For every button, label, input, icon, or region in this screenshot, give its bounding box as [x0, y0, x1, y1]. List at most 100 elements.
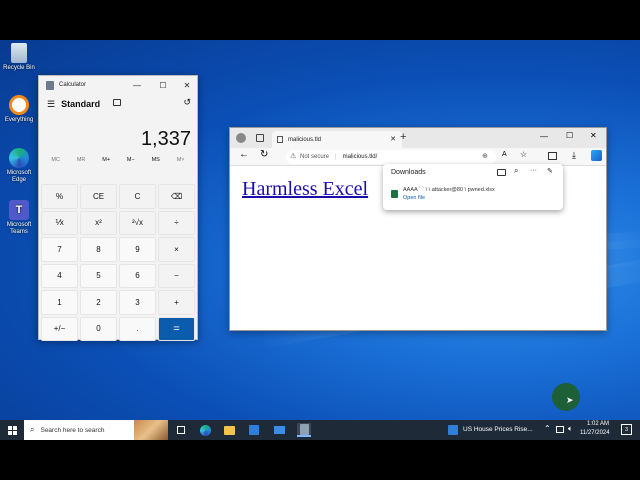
maximize-button[interactable]: ☐: [152, 76, 174, 94]
search-placeholder: Search here to search: [40, 426, 105, 434]
desktop-icon-teams[interactable]: T Microsoft Teams: [2, 200, 36, 236]
network-icon[interactable]: [556, 426, 564, 433]
taskbar-edge-icon[interactable]: [198, 423, 212, 437]
recycle-bin-icon: [11, 43, 27, 63]
open-folder-icon[interactable]: [497, 169, 506, 176]
digit-6-button[interactable]: 6: [119, 263, 156, 288]
backspace-button[interactable]: ⌫: [158, 184, 195, 209]
search-highlight-image: [134, 420, 168, 440]
memory-recall-button[interactable]: MR: [77, 157, 86, 163]
read-aloud-icon[interactable]: A: [502, 151, 507, 158]
memory-store-button[interactable]: MS: [152, 157, 160, 163]
news-weather-icon[interactable]: [448, 425, 458, 435]
digit-1-button[interactable]: 1: [41, 290, 78, 315]
square-root-button[interactable]: ²√x: [119, 210, 156, 235]
downloads-title: Downloads: [391, 169, 426, 176]
calculator-titlebar[interactable]: Calculator — ☐ ✕: [39, 76, 197, 94]
downloads-icon[interactable]: ⤓: [572, 150, 576, 161]
calculator-display: 1,337: [140, 128, 191, 150]
task-view-icon[interactable]: [174, 423, 188, 437]
memory-clear-button[interactable]: MC: [51, 157, 60, 163]
percent-button[interactable]: %: [41, 184, 78, 209]
split-screen-icon[interactable]: [548, 152, 557, 160]
tab-close-button[interactable]: ✕: [390, 135, 396, 143]
clock-date[interactable]: 11/27/2024: [580, 430, 610, 436]
hamburger-menu-icon[interactable]: ☰: [47, 99, 55, 110]
digit-0-button[interactable]: 0: [80, 316, 117, 341]
windows-logo-icon: [7, 425, 17, 435]
digit-7-button[interactable]: 7: [41, 237, 78, 262]
maximize-button[interactable]: ☐: [566, 131, 573, 140]
desktop-icon-edge[interactable]: Microsoft Edge: [2, 148, 36, 184]
back-icon[interactable]: ←: [239, 149, 249, 160]
new-tab-button[interactable]: +: [400, 131, 406, 143]
digit-4-button[interactable]: 4: [41, 263, 78, 288]
mail-icon[interactable]: [272, 423, 286, 437]
volume-icon[interactable]: 🔈︎: [568, 424, 573, 434]
reciprocal-button[interactable]: ⅟x: [41, 210, 78, 235]
desktop-icon-recycle-bin[interactable]: Recycle Bin: [2, 43, 36, 72]
clock-time[interactable]: 1:02 AM: [587, 421, 609, 427]
digit-9-button[interactable]: 9: [119, 237, 156, 262]
tab-malicious[interactable]: malicious.tld ✕: [272, 131, 402, 148]
news-widget[interactable]: US House Prices Rise...: [463, 426, 533, 433]
warning-icon: ⚠: [290, 153, 297, 160]
taskbar-calculator-icon[interactable]: [297, 423, 311, 437]
everything-icon: [9, 95, 29, 115]
excel-file-icon: [391, 190, 398, 198]
minimize-button[interactable]: —: [126, 76, 148, 94]
digit-8-button[interactable]: 8: [80, 237, 117, 262]
notification-center-button[interactable]: 3: [621, 424, 632, 435]
square-button[interactable]: x²: [80, 210, 117, 235]
more-options-icon[interactable]: ···: [530, 167, 537, 174]
top-letterbox: [0, 0, 640, 40]
cursor-highlight: ➤: [552, 383, 580, 411]
digit-2-button[interactable]: 2: [80, 290, 117, 315]
favorites-icon[interactable]: ☆: [520, 150, 527, 159]
calculator-title: Calculator: [59, 82, 87, 88]
negate-button[interactable]: +/−: [41, 316, 78, 341]
desktop-icon-label: Everything: [4, 117, 34, 123]
search-icon[interactable]: ⌕: [514, 166, 518, 176]
teams-icon: T: [9, 200, 29, 220]
memory-list-button[interactable]: M˅: [177, 157, 185, 163]
desktop-icon-everything[interactable]: Everything: [2, 95, 36, 124]
pin-icon[interactable]: ✎: [547, 167, 553, 175]
tab-strip: malicious.tld ✕ + — ☐ ✕: [230, 128, 606, 148]
download-file-name: AAAA ` ` \ \ attacker@80 \ pwned.xlsx: [403, 187, 495, 193]
memory-row: MC MR M+ M− MS M˅: [39, 150, 197, 170]
open-file-link[interactable]: Open file: [403, 195, 425, 201]
store-icon[interactable]: [247, 423, 261, 437]
close-button[interactable]: ✕: [590, 131, 597, 140]
minimize-button[interactable]: —: [540, 132, 548, 141]
notification-count-badge: 3: [624, 426, 629, 433]
zoom-icon[interactable]: ⊕: [482, 152, 488, 160]
multiply-button[interactable]: ×: [158, 237, 195, 262]
clear-entry-button[interactable]: CE: [80, 184, 117, 209]
subtract-button[interactable]: −: [158, 263, 195, 288]
divide-button[interactable]: ÷: [158, 210, 195, 235]
tab-actions-icon[interactable]: [256, 134, 264, 142]
start-button[interactable]: [5, 423, 19, 437]
memory-add-button[interactable]: M+: [102, 157, 110, 163]
harmless-excel-link[interactable]: Harmless Excel: [242, 178, 368, 201]
address-bar[interactable]: ⚠ Not secure | malicious.tld/ ⊕: [286, 150, 496, 164]
search-icon: ⌕: [30, 425, 35, 434]
digit-5-button[interactable]: 5: [80, 263, 117, 288]
memory-subtract-button[interactable]: M−: [127, 157, 135, 163]
refresh-icon[interactable]: ↻: [260, 149, 268, 160]
file-explorer-icon[interactable]: [222, 423, 236, 437]
history-icon[interactable]: ↺: [183, 97, 191, 108]
close-button[interactable]: ✕: [176, 76, 198, 94]
digit-3-button[interactable]: 3: [119, 290, 156, 315]
search-box[interactable]: ⌕ Search here to search: [24, 420, 168, 440]
show-hidden-icons[interactable]: ⌃: [544, 424, 551, 433]
keep-on-top-icon[interactable]: [113, 99, 121, 106]
equals-button[interactable]: =: [158, 316, 195, 341]
add-button[interactable]: +: [158, 290, 195, 315]
url-text: malicious.tld/: [342, 154, 378, 160]
profile-icon[interactable]: [236, 133, 246, 143]
copilot-icon[interactable]: [591, 150, 602, 161]
clear-button[interactable]: C: [119, 184, 156, 209]
decimal-button[interactable]: .: [119, 316, 156, 341]
